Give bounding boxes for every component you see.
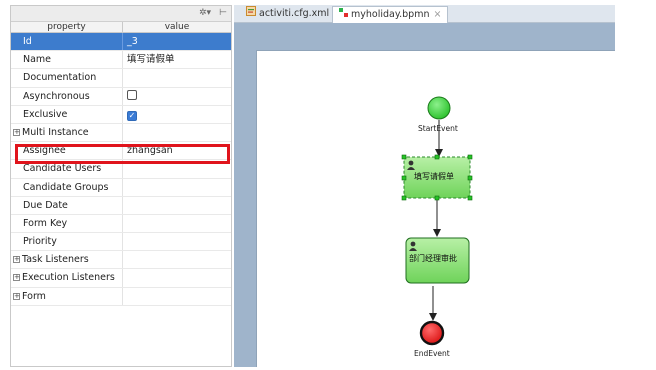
property-label: Candidate Groups: [11, 178, 123, 196]
property-label: Multi Instance: [22, 126, 89, 138]
expand-icon[interactable]: +: [13, 274, 20, 282]
property-row-exclusive[interactable]: Exclusive ✓: [11, 105, 231, 124]
property-value[interactable]: _3: [123, 33, 231, 50]
property-row-id[interactable]: Id _3: [11, 33, 231, 52]
diagram-canvas[interactable]: StartEvent 填写请假单 部门经理审批 EndEvent: [256, 50, 615, 367]
gear-icon[interactable]: ✲▾: [199, 8, 211, 18]
column-header-property: property: [11, 22, 123, 32]
end-event-circle[interactable]: [419, 320, 445, 346]
property-value[interactable]: [123, 69, 231, 86]
properties-table-header: property value: [11, 22, 231, 33]
property-value[interactable]: 填写请假单: [123, 51, 231, 68]
xml-file-icon: [246, 6, 256, 22]
property-row-priority[interactable]: Priority: [11, 233, 231, 252]
end-event-label: EndEvent: [414, 349, 450, 358]
property-label: Exclusive: [11, 105, 123, 123]
start-event-circle[interactable]: [427, 96, 451, 120]
property-label: Form: [22, 290, 46, 302]
start-event-label: StartEvent: [418, 124, 458, 133]
process-diagram: [401, 96, 473, 346]
property-label: Task Listeners: [22, 254, 89, 266]
property-row-task-listeners[interactable]: + Task Listeners: [11, 251, 231, 270]
exclusive-checkbox[interactable]: ✓: [127, 110, 137, 121]
property-value: [123, 251, 231, 268]
properties-toolbar: ✲▾ ⊢: [11, 6, 231, 22]
property-row-due-date[interactable]: Due Date: [11, 196, 231, 215]
tab-myholiday-bpmn[interactable]: myholiday.bpmn ×: [332, 6, 449, 23]
bpmn-editor: activiti.cfg.xml× myholiday.bpmn×: [234, 5, 615, 367]
close-icon[interactable]: ×: [433, 9, 441, 20]
property-row-form-key[interactable]: Form Key: [11, 214, 231, 234]
property-value: [123, 124, 231, 141]
properties-panel: ✲▾ ⊢ property value Id _3 Name 填写请假单 Doc…: [10, 5, 232, 367]
property-label: Id: [11, 33, 123, 51]
property-label: Asynchronous: [11, 87, 123, 105]
property-row-execution-listeners[interactable]: + Execution Listeners: [11, 269, 231, 288]
property-label: Priority: [11, 233, 123, 251]
expand-icon[interactable]: +: [13, 292, 20, 300]
property-value[interactable]: [123, 215, 231, 232]
property-label: Documentation: [11, 69, 123, 87]
property-row-asynchronous[interactable]: Asynchronous: [11, 87, 231, 106]
property-value[interactable]: [123, 233, 231, 250]
asynchronous-checkbox[interactable]: [127, 89, 137, 100]
property-value: [123, 269, 231, 286]
property-label: Execution Listeners: [22, 272, 115, 284]
editor-tabs: activiti.cfg.xml× myholiday.bpmn×: [234, 5, 615, 23]
property-row-form[interactable]: + Form: [11, 287, 231, 306]
assignee-highlight-box: [15, 144, 230, 164]
property-row-candidate-groups[interactable]: Candidate Groups: [11, 178, 231, 197]
column-header-value: value: [164, 22, 190, 32]
property-row-multi-instance[interactable]: + Multi Instance: [11, 123, 231, 143]
property-value[interactable]: [123, 197, 231, 214]
pin-icon[interactable]: ⊢: [219, 8, 227, 18]
property-value[interactable]: [123, 179, 231, 196]
property-row-name[interactable]: Name 填写请假单: [11, 51, 231, 70]
property-label: Form Key: [11, 214, 123, 233]
property-value: [123, 288, 231, 305]
expand-icon[interactable]: +: [13, 256, 20, 264]
bpmn-file-icon: [339, 7, 348, 23]
property-label: Due Date: [11, 196, 123, 214]
expand-icon[interactable]: +: [13, 128, 20, 136]
task-label-manager-approval: 部门经理审批: [409, 254, 457, 263]
property-label: Name: [11, 51, 123, 69]
property-row-documentation[interactable]: Documentation: [11, 69, 231, 88]
task-label-leave-form: 填写请假单: [414, 172, 454, 181]
